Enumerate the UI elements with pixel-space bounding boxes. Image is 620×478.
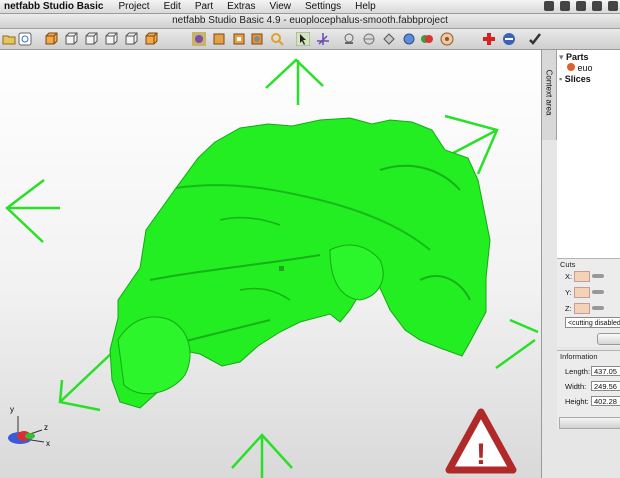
project-tree[interactable]: ▾ Parts euo ▪ Slices xyxy=(557,50,620,260)
settings-icon[interactable] xyxy=(440,32,454,46)
view-left-icon[interactable] xyxy=(84,32,98,46)
menu-edit[interactable]: Edit xyxy=(157,1,188,12)
info-icon[interactable] xyxy=(18,32,32,46)
menu-help[interactable]: Help xyxy=(348,1,383,12)
tree-part-item[interactable]: euo xyxy=(567,63,593,73)
solid-view-icon[interactable] xyxy=(212,32,226,46)
cuts-apply-button[interactable] xyxy=(597,333,620,345)
tray-icon[interactable] xyxy=(576,1,586,11)
information-header: Information xyxy=(560,352,598,361)
system-tray xyxy=(544,1,618,11)
shading-icon[interactable] xyxy=(192,32,206,46)
remove-icon[interactable] xyxy=(502,32,516,46)
width-label: Width: xyxy=(565,382,587,391)
cut-icon[interactable] xyxy=(362,32,376,46)
context-area-tab[interactable]: Context area xyxy=(542,50,557,140)
measure-icon[interactable] xyxy=(342,32,356,46)
model-mesh[interactable] xyxy=(109,117,491,409)
cuts-panel: Cuts X: Y: Z: <cutting disabled xyxy=(557,258,620,347)
cut-x-color[interactable] xyxy=(574,271,590,282)
tree-parts-item[interactable]: ▾ Parts xyxy=(559,52,589,63)
cut-z-row: Z: xyxy=(557,303,620,315)
view-top-icon[interactable] xyxy=(124,32,138,46)
tree-parts-label: Parts xyxy=(566,52,589,62)
confirm-icon[interactable] xyxy=(528,32,542,46)
shape-icon[interactable] xyxy=(382,32,396,46)
cut-x-slider[interactable] xyxy=(592,274,604,278)
color-icon[interactable] xyxy=(250,32,264,46)
3d-viewport[interactable]: y z x ! xyxy=(0,50,541,478)
cut-x-label: X: xyxy=(565,272,573,281)
tree-slices-label: Slices xyxy=(564,74,591,84)
menu-view[interactable]: View xyxy=(263,1,299,12)
tray-icon[interactable] xyxy=(592,1,602,11)
warning-symbol: ! xyxy=(476,438,486,471)
handle-bottom-left-stem xyxy=(59,349,116,403)
height-value[interactable]: 402.28 xyxy=(591,396,620,406)
zoom-icon[interactable] xyxy=(270,32,284,46)
warning-icon[interactable]: ! xyxy=(445,408,517,474)
height-label: Height: xyxy=(565,397,589,406)
menu-bar: netfabb Studio Basic Project Edit Part E… xyxy=(0,0,620,14)
view-back-icon[interactable] xyxy=(64,32,78,46)
tray-icon[interactable] xyxy=(608,1,618,11)
move-icon[interactable] xyxy=(316,32,330,46)
width-value[interactable]: 249.56 xyxy=(591,381,620,391)
axis-z-label: z xyxy=(44,423,48,432)
axis-gizmo: y z x xyxy=(8,405,50,448)
cut-z-label: Z: xyxy=(565,304,572,313)
cut-y-label: Y: xyxy=(565,288,572,297)
tree-slices-item[interactable]: ▪ Slices xyxy=(559,74,591,84)
tray-icon[interactable] xyxy=(544,1,554,11)
cuts-header: Cuts xyxy=(560,260,576,269)
menu-extras[interactable]: Extras xyxy=(220,1,262,12)
cut-x-row: X: xyxy=(557,271,620,283)
cut-z-color[interactable] xyxy=(574,303,590,314)
menu-project[interactable]: Project xyxy=(111,1,156,12)
add-part-icon[interactable] xyxy=(482,32,496,46)
menu-part[interactable]: Part xyxy=(188,1,220,12)
open-icon[interactable] xyxy=(2,32,16,46)
repair-icon[interactable] xyxy=(420,32,434,46)
sidebar: Context area ▾ Parts euo ▪ Slices Cuts X… xyxy=(541,50,620,478)
handle-right-stem xyxy=(495,338,536,370)
cut-z-slider[interactable] xyxy=(592,306,604,310)
menu-settings[interactable]: Settings xyxy=(298,1,348,12)
handle-left-arrow xyxy=(5,179,45,243)
toolbar xyxy=(0,29,620,50)
app-menu[interactable]: netfabb Studio Basic xyxy=(0,1,111,12)
cut-y-row: Y: xyxy=(557,287,620,299)
view-right-icon[interactable] xyxy=(104,32,118,46)
handle-right-arrow xyxy=(509,318,539,334)
cut-y-slider[interactable] xyxy=(592,290,604,294)
handle-top-arrow xyxy=(265,58,324,89)
cut-y-color[interactable] xyxy=(574,287,590,298)
select-icon[interactable] xyxy=(296,32,310,46)
tray-icon[interactable] xyxy=(560,1,570,11)
information-panel: Information Length: 437.05 Width: 249.56… xyxy=(557,350,620,429)
window-title: netfabb Studio Basic 4.9 - euoplocephalu… xyxy=(0,14,620,29)
tree-part-label: euo xyxy=(577,63,593,73)
view-front-icon[interactable] xyxy=(44,32,58,46)
length-label: Length: xyxy=(565,367,591,376)
analysis-icon[interactable] xyxy=(402,32,416,46)
wireframe-view-icon[interactable] xyxy=(232,32,246,46)
cutting-mode-select[interactable]: <cutting disabled xyxy=(565,317,620,328)
axis-x-label: x xyxy=(46,439,50,448)
information-footer-bar xyxy=(559,417,620,429)
part-icon xyxy=(567,63,575,71)
context-area-label: Context area xyxy=(544,69,554,116)
length-value[interactable]: 437.05 xyxy=(591,366,620,376)
scene: y z x ! xyxy=(5,58,539,478)
axis-y-label: y xyxy=(10,405,14,414)
view-bottom-icon[interactable] xyxy=(144,32,158,46)
